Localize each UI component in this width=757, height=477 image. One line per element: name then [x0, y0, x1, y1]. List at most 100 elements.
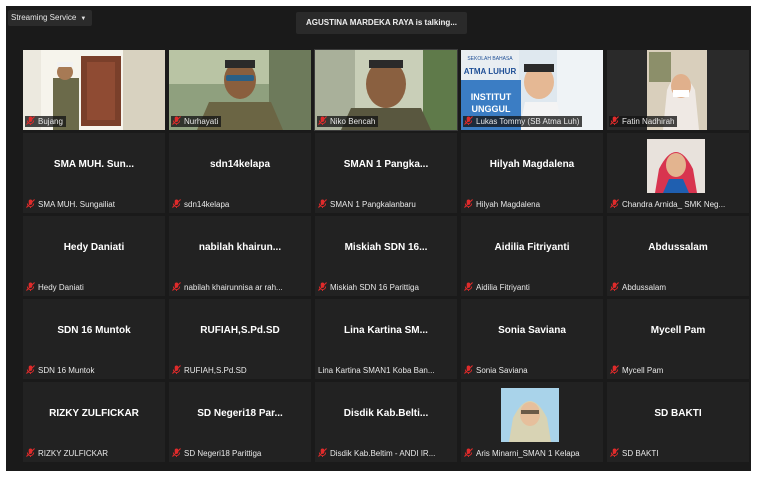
- top-bar: Streaming Service ▼ AGUSTINA MARDEKA RAYA…: [6, 6, 751, 36]
- microphone-muted-icon: [26, 365, 35, 374]
- participant-tile[interactable]: Hilyah Magdalena Hilyah Magdalena: [461, 133, 603, 213]
- participant-tile[interactable]: Disdik Kab.Belti... Disdik Kab.Beltim - …: [315, 382, 457, 462]
- participant-display-name: SD Negeri18 Par...: [197, 408, 283, 419]
- participant-display-name: Hedy Daniati: [63, 242, 125, 253]
- participant-name-label: Niko Bencah: [317, 116, 379, 127]
- participant-tile[interactable]: Fatin Nadhirah: [607, 50, 749, 130]
- participant-name-label: Abdussalam: [609, 282, 669, 293]
- participant-name-label: SDN 16 Muntok: [25, 365, 97, 376]
- microphone-muted-icon: [318, 199, 327, 208]
- sign-line-2: ATMA LUHUR: [464, 67, 517, 76]
- sign-line-1: SEKOLAH BAHASA: [467, 56, 513, 62]
- participant-tile[interactable]: sdn14kelapa sdn14kelapa: [169, 133, 311, 213]
- meeting-window: Streaming Service ▼ AGUSTINA MARDEKA RAYA…: [6, 6, 751, 471]
- participant-tile[interactable]: SDN 16 Muntok SDN 16 Muntok: [23, 299, 165, 379]
- participant-name-label: Sonia Saviana: [463, 365, 531, 376]
- microphone-muted-icon: [464, 448, 473, 457]
- participant-name-label: Aidilia Fitriyanti: [463, 282, 533, 293]
- participant-tile[interactable]: Nurhayati: [169, 50, 311, 130]
- microphone-muted-icon: [610, 282, 619, 291]
- participant-display-name: Disdik Kab.Belti...: [343, 408, 429, 419]
- microphone-muted-icon: [172, 448, 181, 457]
- microphone-muted-icon: [318, 448, 327, 457]
- participant-display-name: RUFIAH,S.Pd.SD: [200, 325, 280, 336]
- participant-tile[interactable]: RUFIAH,S.Pd.SD RUFIAH,S.Pd.SD: [169, 299, 311, 379]
- participant-display-name: SMA MUH. Sun...: [53, 159, 135, 170]
- participant-display-name: SD BAKTI: [654, 408, 702, 419]
- participant-name-label: nabilah khairunnisa ar rah...: [171, 282, 286, 293]
- streaming-service-button[interactable]: Streaming Service ▼: [8, 10, 93, 26]
- participant-tile[interactable]: Chandra Arnida_ SMK Neg...: [607, 133, 749, 213]
- participant-tile[interactable]: SMAN 1 Pangka... SMAN 1 Pangkalanbaru: [315, 133, 457, 213]
- microphone-muted-icon: [464, 199, 473, 208]
- participant-name-label: RUFIAH,S.Pd.SD: [171, 365, 250, 376]
- participant-name-label: Nurhayati: [171, 116, 222, 127]
- participant-display-name: Lina Kartina SM...: [344, 325, 428, 336]
- microphone-muted-icon: [464, 365, 473, 374]
- participant-name-label: Disdik Kab.Beltim - ANDI IR...: [317, 448, 438, 459]
- participant-name-label: SMA MUH. Sungailiat: [25, 199, 118, 210]
- participant-display-name: Hilyah Magdalena: [489, 159, 575, 170]
- participant-name-label: Bujang: [25, 116, 66, 127]
- microphone-muted-icon: [610, 116, 619, 125]
- participant-display-name: Sonia Saviana: [498, 325, 566, 336]
- participant-tile[interactable]: Aris Minarni_SMAN 1 Kelapa: [461, 382, 603, 462]
- participant-tile[interactable]: SMA MUH. Sun... SMA MUH. Sungailiat: [23, 133, 165, 213]
- sign-line-3: INSTITUT: [471, 92, 512, 102]
- participant-tile[interactable]: nabilah khairun... nabilah khairunnisa a…: [169, 216, 311, 296]
- participant-name-label: Hedy Daniati: [25, 282, 87, 293]
- participant-name-label: SD BAKTI: [609, 448, 661, 459]
- participant-name-label: Mycell Pam: [609, 365, 666, 376]
- participant-tile[interactable]: Niko Bencah: [314, 49, 458, 131]
- participant-tile[interactable]: Miskiah SDN 16... Miskiah SDN 16 Paritti…: [315, 216, 457, 296]
- participant-name-label: RIZKY ZULFICKAR: [25, 448, 111, 459]
- participant-display-name: SMAN 1 Pangka...: [343, 159, 429, 170]
- participant-tile[interactable]: Sonia Saviana Sonia Saviana: [461, 299, 603, 379]
- participant-tile[interactable]: SD BAKTI SD BAKTI: [607, 382, 749, 462]
- participant-name-label: SMAN 1 Pangkalanbaru: [317, 199, 419, 210]
- microphone-muted-icon: [26, 116, 35, 125]
- participant-display-name: nabilah khairun...: [198, 242, 282, 253]
- participant-display-name: RIZKY ZULFICKAR: [49, 408, 139, 419]
- participant-tile[interactable]: RIZKY ZULFICKAR RIZKY ZULFICKAR: [23, 382, 165, 462]
- participant-name-label: Chandra Arnida_ SMK Neg...: [609, 199, 728, 210]
- participant-display-name: Mycell Pam: [650, 325, 706, 336]
- microphone-muted-icon: [172, 199, 181, 208]
- participant-name-label: Miskiah SDN 16 Parittiga: [317, 282, 422, 293]
- participant-tile[interactable]: Bujang: [23, 50, 165, 130]
- microphone-muted-icon: [610, 365, 619, 374]
- microphone-muted-icon: [172, 116, 181, 125]
- microphone-muted-icon: [610, 448, 619, 457]
- microphone-muted-icon: [464, 116, 473, 125]
- streaming-service-label: Streaming Service: [11, 13, 77, 22]
- profile-picture: [501, 388, 559, 442]
- participant-name-label: Lukas Tommy (SB Atma Luh): [463, 116, 583, 127]
- active-speaker-banner: AGUSTINA MARDEKA RAYA is talking...: [296, 12, 467, 34]
- microphone-muted-icon: [26, 199, 35, 208]
- sign-line-4: UNGGUL: [472, 104, 511, 114]
- participant-tile[interactable]: Aidilia Fitriyanti Aidilia Fitriyanti: [461, 216, 603, 296]
- participant-name-label: Hilyah Magdalena: [463, 199, 543, 210]
- participant-tile[interactable]: Mycell Pam Mycell Pam: [607, 299, 749, 379]
- participant-tile[interactable]: Abdussalam Abdussalam: [607, 216, 749, 296]
- participant-name-label: sdn14kelapa: [171, 199, 232, 210]
- participant-tile[interactable]: Lina Kartina SM... Lina Kartina SMAN1 Ko…: [315, 299, 457, 379]
- microphone-muted-icon: [172, 365, 181, 374]
- participant-name-label: Fatin Nadhirah: [609, 116, 678, 127]
- participant-name-label: Lina Kartina SMAN1 Koba Ban...: [318, 366, 435, 375]
- microphone-muted-icon: [318, 116, 327, 125]
- participant-display-name: Miskiah SDN 16...: [344, 242, 428, 253]
- microphone-muted-icon: [464, 282, 473, 291]
- microphone-muted-icon: [26, 448, 35, 457]
- microphone-muted-icon: [610, 199, 619, 208]
- participant-display-name: Abdussalam: [648, 242, 708, 253]
- participant-tile[interactable]: Hedy Daniati Hedy Daniati: [23, 216, 165, 296]
- participant-display-name: SDN 16 Muntok: [57, 325, 131, 336]
- participant-tile[interactable]: SD Negeri18 Par... SD Negeri18 Parittiga: [169, 382, 311, 462]
- microphone-muted-icon: [318, 282, 327, 291]
- microphone-muted-icon: [172, 282, 181, 291]
- chevron-down-icon: ▼: [80, 16, 87, 22]
- participant-tile[interactable]: SEKOLAH BAHASA ATMA LUHUR INSTITUT UNGGU…: [461, 50, 603, 130]
- participant-display-name: sdn14kelapa: [209, 159, 271, 170]
- participant-display-name: Aidilia Fitriyanti: [494, 242, 570, 253]
